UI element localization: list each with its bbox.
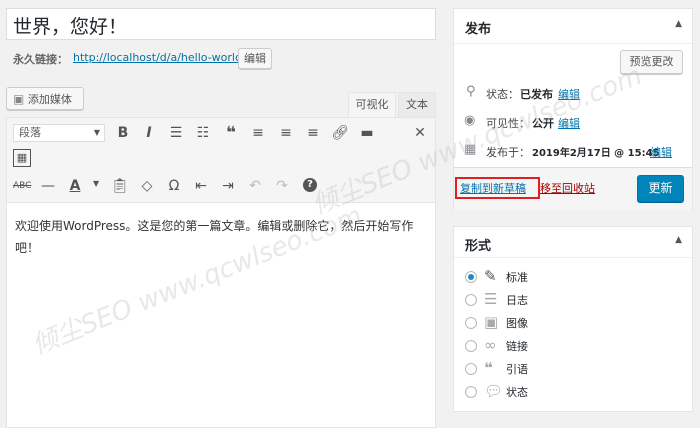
align-left-icon[interactable]: ≡ <box>249 124 267 142</box>
clear-format-icon[interactable]: ◇ <box>138 177 156 195</box>
visibility-label: 可见性： <box>486 117 530 130</box>
publish-panel-header[interactable]: 发布 ▲ <box>454 9 692 44</box>
add-media-label: 添加媒体 <box>27 93 72 106</box>
move-to-trash-link[interactable]: 移至回收站 <box>540 180 595 196</box>
post-title-input[interactable]: 世界，您好！ <box>6 8 436 40</box>
published-edit-link[interactable]: 编辑 <box>650 144 672 160</box>
tab-visual[interactable]: 可视化 <box>348 92 396 117</box>
format-radio-standard[interactable] <box>465 271 477 283</box>
tab-text-label: 文本 <box>406 98 428 111</box>
pin-icon: ✎ <box>484 267 497 285</box>
format-radio-link[interactable] <box>465 340 477 352</box>
published-label: 发布于： <box>486 146 530 159</box>
eye-icon: ◉ <box>464 113 476 128</box>
collapse-arrow-icon[interactable]: ▲ <box>675 235 682 245</box>
format-radio-image[interactable] <box>465 317 477 329</box>
status-value: 已发布 <box>520 88 553 101</box>
format-label: 图像 <box>506 317 528 330</box>
post-title-text: 世界，您好！ <box>13 16 128 38</box>
link-icon[interactable]: 🔗︎ <box>331 124 349 142</box>
preview-changes-button[interactable]: 预览更改 <box>620 50 683 74</box>
format-label: 日志 <box>506 294 528 307</box>
visibility-edit-link[interactable]: 编辑 <box>558 115 580 131</box>
publish-panel: 发布 ▲ 预览更改 ⚲ 状态： 已发布 编辑 ◉ 可见性： 公开 编辑 ▦ 发布… <box>453 8 693 210</box>
numbered-list-icon[interactable]: ☷ <box>194 124 212 142</box>
align-right-icon[interactable]: ≡ <box>304 124 322 142</box>
editor-container: 段落 ▼ B I ☰ ☷ ❝ ≡ ≡ ≡ 🔗︎ ▬ ✕ ▦ ABC — A ▼ … <box>6 117 436 428</box>
redo-icon[interactable]: ↷ <box>273 177 291 195</box>
format-radio-quote[interactable] <box>465 363 477 375</box>
quote-icon: ❝ <box>484 359 493 377</box>
publish-panel-title: 发布 <box>465 22 492 37</box>
aside-icon: ☰ <box>484 290 498 308</box>
text-color-dropdown-icon[interactable]: ▼ <box>93 179 99 188</box>
editor-content[interactable]: 欢迎使用WordPress。这是您的第一篇文章。编辑或删除它，然后开始写作吧！ <box>15 215 415 259</box>
collapse-arrow-icon[interactable]: ▲ <box>675 19 682 29</box>
link-icon: ∞ <box>484 336 497 354</box>
format-select[interactable]: 段落 ▼ <box>13 124 105 142</box>
image-icon: ▣ <box>484 313 499 331</box>
strikethrough-icon[interactable]: ABC <box>13 177 31 195</box>
help-icon[interactable]: ? <box>303 178 317 192</box>
toolbar-toggle-icon[interactable]: ▦ <box>13 149 31 167</box>
visibility-value: 公开 <box>532 117 554 130</box>
publish-actions: 复制到新草稿 移至回收站 更新 <box>454 167 692 210</box>
permalink-label: 永久链接： <box>13 53 68 66</box>
format-option-aside[interactable]: ☰ 日志 <box>454 290 692 310</box>
align-center-icon[interactable]: ≡ <box>277 124 295 142</box>
italic-icon[interactable]: I <box>140 124 158 142</box>
calendar-icon: ▦ <box>464 142 477 157</box>
tab-visual-label: 可视化 <box>355 98 389 111</box>
outdent-icon[interactable]: ⇤ <box>192 177 210 195</box>
format-select-value: 段落 <box>19 126 41 139</box>
format-option-image[interactable]: ▣ 图像 <box>454 313 692 333</box>
undo-icon[interactable]: ↶ <box>246 177 264 195</box>
published-value: 2019年2月17日 @ 15:45 <box>532 148 660 159</box>
format-label: 链接 <box>506 340 528 353</box>
format-label: 标准 <box>506 271 528 284</box>
format-option-quote[interactable]: ❝ 引语 <box>454 359 692 379</box>
permalink-edit-button[interactable]: 编辑 <box>238 48 272 69</box>
copy-to-draft-link[interactable]: 复制到新草稿 <box>460 180 526 196</box>
paste-text-icon[interactable]: 📋︎ <box>111 177 129 195</box>
format-option-link[interactable]: ∞ 链接 <box>454 336 692 356</box>
add-media-icon: ▣ <box>13 92 25 106</box>
format-panel: 形式 ▲ ✎ 标准 ☰ 日志 ▣ 图像 ∞ 链接 ❝ 引语 💬︎ 状态 <box>453 226 693 412</box>
bold-icon[interactable]: B <box>114 124 132 142</box>
format-radio-aside[interactable] <box>465 294 477 306</box>
add-media-button[interactable]: ▣ 添加媒体 <box>6 87 84 110</box>
format-panel-title: 形式 <box>465 239 492 254</box>
bullet-list-icon[interactable]: ☰ <box>167 124 185 142</box>
fullscreen-icon[interactable]: ✕ <box>411 124 429 142</box>
blockquote-icon[interactable]: ❝ <box>222 124 240 142</box>
format-radio-status[interactable] <box>465 386 477 398</box>
permalink-link[interactable]: http://localhost/d/a/hello-world/ <box>73 51 246 64</box>
chevron-down-icon: ▼ <box>93 128 100 137</box>
format-option-status[interactable]: 💬︎ 状态 <box>454 382 692 402</box>
status-label: 状态： <box>486 88 519 101</box>
read-more-icon[interactable]: ▬ <box>358 124 376 142</box>
special-char-icon[interactable]: Ω <box>165 177 183 195</box>
format-label: 状态 <box>506 386 528 399</box>
format-panel-header[interactable]: 形式 ▲ <box>454 227 692 258</box>
update-button[interactable]: 更新 <box>637 175 684 202</box>
text-color-icon[interactable]: A <box>66 177 84 195</box>
format-option-standard[interactable]: ✎ 标准 <box>454 267 692 287</box>
editor-toolbar: 段落 ▼ B I ☰ ☷ ❝ ≡ ≡ ≡ 🔗︎ ▬ ✕ ▦ ABC — A ▼ … <box>7 118 435 203</box>
status-icon: 💬︎ <box>484 382 504 400</box>
pin-icon: ⚲ <box>466 84 476 99</box>
format-label: 引语 <box>506 363 528 376</box>
tab-text[interactable]: 文本 <box>398 92 436 117</box>
status-edit-link[interactable]: 编辑 <box>558 86 580 102</box>
horizontal-line-icon[interactable]: — <box>39 177 57 195</box>
indent-icon[interactable]: ⇥ <box>219 177 237 195</box>
